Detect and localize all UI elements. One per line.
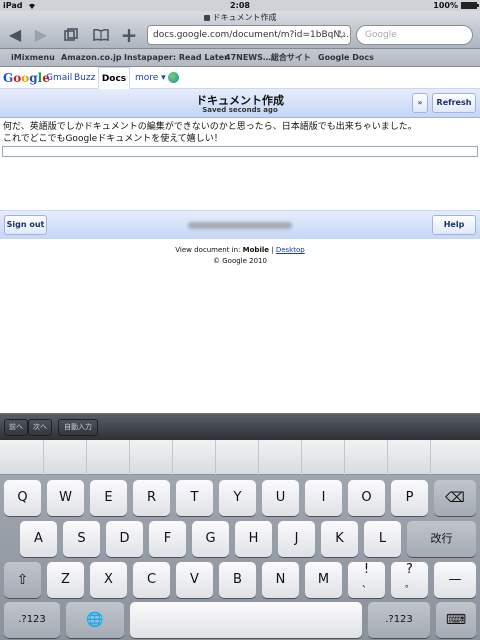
key-r[interactable]: R xyxy=(133,480,170,516)
numbers-key-left[interactable]: .?123 xyxy=(4,602,60,638)
bookmark-item[interactable]: Amazon.co.jp xyxy=(61,49,122,67)
search-input[interactable]: Google xyxy=(356,25,473,45)
pages-icon[interactable] xyxy=(60,25,82,45)
key-h[interactable]: H xyxy=(235,521,272,557)
page-title: ドキュメント作成 xyxy=(0,12,480,23)
candidate-cell[interactable] xyxy=(44,440,87,475)
clock: 2:08 xyxy=(230,1,250,10)
key-i[interactable]: I xyxy=(305,480,342,516)
bookmarks-bar: iMixmenu Amazon.co.jp Instapaper: Read L… xyxy=(0,49,480,67)
key-l[interactable]: L xyxy=(364,521,401,557)
browser-toolbar: ドキュメント作成 ◀ ▶ + docs.google.com/document/… xyxy=(0,11,480,49)
key-question[interactable]: ? 。 xyxy=(391,562,428,598)
account-email-redacted xyxy=(188,222,292,229)
nav-link-buzz[interactable]: Buzz xyxy=(74,73,95,83)
bookmark-item[interactable]: 47NEWS…総合サイト xyxy=(225,49,311,67)
candidate-cell[interactable] xyxy=(173,440,216,475)
bookmark-item[interactable]: Instapaper: Read Later xyxy=(124,49,228,67)
key-w[interactable]: W xyxy=(47,480,84,516)
candidate-cell[interactable] xyxy=(388,440,431,475)
save-status: Saved seconds ago xyxy=(202,106,278,114)
url-field[interactable]: docs.google.com/document/m?id=1bBqN… ↻ xyxy=(147,25,351,45)
key-z[interactable]: Z xyxy=(47,562,84,598)
prev-field-button[interactable]: 前へ xyxy=(4,419,28,436)
return-key[interactable]: 改行 xyxy=(407,521,476,557)
autofill-button[interactable]: 自動入力 xyxy=(58,419,98,436)
forward-icon[interactable]: ▶ xyxy=(30,25,52,45)
candidate-cell[interactable] xyxy=(130,440,173,475)
candidate-cell[interactable] xyxy=(216,440,259,475)
key-d[interactable]: D xyxy=(106,521,143,557)
key-k[interactable]: K xyxy=(321,521,358,557)
refresh-button[interactable]: Refresh xyxy=(432,93,476,113)
bookmark-item[interactable]: Google Docs xyxy=(318,49,374,67)
document-body: 何だ、英語版でしかドキュメントの編集ができないのかと思ったら、日本語版でも出来ち… xyxy=(3,121,477,145)
candidate-cell[interactable] xyxy=(87,440,130,475)
globe-key-icon[interactable]: 🌐 xyxy=(66,602,124,638)
shift-key[interactable]: ⇧ xyxy=(4,562,41,598)
copyright: © Google 2010 xyxy=(213,257,267,265)
help-button[interactable]: Help xyxy=(432,215,476,235)
account-bar: Sign out Help xyxy=(0,210,480,239)
key-f[interactable]: F xyxy=(149,521,186,557)
key-p[interactable]: P xyxy=(391,480,428,516)
add-icon[interactable]: + xyxy=(118,25,140,45)
view-desktop-link[interactable]: Desktop xyxy=(276,246,305,254)
google-logo[interactable]: Google xyxy=(3,71,50,85)
key-u[interactable]: U xyxy=(262,480,299,516)
key-y[interactable]: Y xyxy=(219,480,256,516)
key-s[interactable]: S xyxy=(63,521,100,557)
candidate-cell[interactable] xyxy=(0,440,44,475)
candidate-cell[interactable] xyxy=(259,440,302,475)
key-q[interactable]: Q xyxy=(4,480,41,516)
backspace-key[interactable]: ⌫ xyxy=(434,480,476,516)
candidate-cell[interactable] xyxy=(431,440,480,475)
key-o[interactable]: O xyxy=(348,480,385,516)
status-bar: iPad 2:08 100% xyxy=(0,0,480,11)
key-c[interactable]: C xyxy=(133,562,170,598)
key-dash[interactable]: — xyxy=(434,562,476,598)
nav-tab-docs[interactable]: Docs xyxy=(98,67,130,89)
reload-icon[interactable]: ↻ xyxy=(337,26,346,44)
key-v[interactable]: V xyxy=(176,562,213,598)
document-line: 何だ、英語版でしかドキュメントの編集ができないのかと思ったら、日本語版でも出来ち… xyxy=(3,122,417,132)
next-field-button[interactable]: 次へ xyxy=(28,419,52,436)
document-line: これでどこでもGoogleドキュメントを使えて嬉しい！ xyxy=(3,134,223,144)
key-j[interactable]: J xyxy=(278,521,315,557)
candidate-cell[interactable] xyxy=(302,440,345,475)
bookmark-item[interactable]: iMixmenu xyxy=(11,49,55,67)
key-x[interactable]: X xyxy=(90,562,127,598)
key-n[interactable]: N xyxy=(262,562,299,598)
nav-link-gmail[interactable]: Gmail xyxy=(46,73,72,83)
key-g[interactable]: G xyxy=(192,521,229,557)
key-e[interactable]: E xyxy=(90,480,127,516)
back-icon[interactable]: ◀ xyxy=(4,25,26,45)
form-assistant-bar: 前へ 次へ 自動入力 xyxy=(0,413,480,440)
hide-keyboard-icon[interactable]: ⌨ xyxy=(436,602,476,638)
battery-percent: 100% xyxy=(433,1,458,10)
key-t[interactable]: T xyxy=(176,480,213,516)
nav-more-menu[interactable]: more ▾ xyxy=(135,73,166,83)
document-header: ドキュメント作成 Saved seconds ago » Refresh xyxy=(0,89,480,118)
key-m[interactable]: M xyxy=(305,562,342,598)
key-a[interactable]: A xyxy=(20,521,57,557)
keyboard: Q W E R T Y U I O P ⌫ A S D F G H J K L … xyxy=(0,440,480,640)
edit-field[interactable] xyxy=(2,146,478,157)
view-mobile-current: Mobile xyxy=(242,246,269,254)
globe-icon[interactable] xyxy=(168,72,179,83)
key-exclamation[interactable]: ! 、 xyxy=(348,562,385,598)
candidate-cell[interactable] xyxy=(345,440,388,475)
view-mode-line: View document in: Mobile | Desktop xyxy=(175,246,305,254)
candidate-bar xyxy=(0,440,480,475)
chevron-button[interactable]: » xyxy=(412,93,428,113)
space-key[interactable] xyxy=(130,602,362,638)
battery-icon xyxy=(461,2,479,9)
key-b[interactable]: B xyxy=(219,562,256,598)
google-nav: Google Gmail Buzz Docs more ▾ xyxy=(0,67,480,89)
sign-out-button[interactable]: Sign out xyxy=(4,215,47,235)
lock-icon xyxy=(203,15,210,21)
numbers-key-right[interactable]: .?123 xyxy=(368,602,430,638)
bookmarks-icon[interactable] xyxy=(90,25,112,45)
